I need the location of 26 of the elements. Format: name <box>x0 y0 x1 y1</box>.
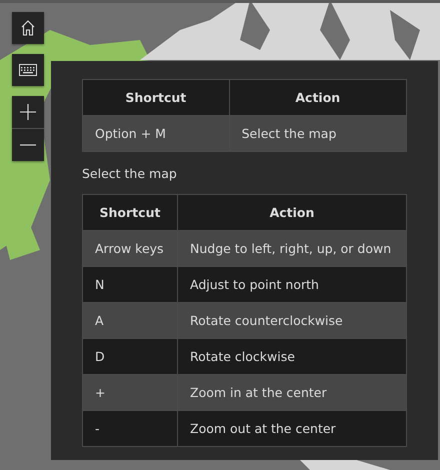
table-cell: Option + M <box>82 116 230 152</box>
table-cell: Zoom in at the center <box>178 374 406 410</box>
zoom-in-button[interactable] <box>12 96 44 128</box>
table-cell: Arrow keys <box>82 230 178 266</box>
table-cell: A <box>82 302 178 338</box>
table-cell: Rotate clockwise <box>178 338 406 374</box>
table-caption: Select the map <box>82 166 178 181</box>
table-cell: Zoom out at the center <box>178 410 406 446</box>
home-button[interactable] <box>12 12 44 44</box>
column-header: Shortcut <box>82 194 178 230</box>
column-header: Shortcut <box>82 80 230 116</box>
table-cell: D <box>82 338 178 374</box>
table-cell: N <box>82 266 178 302</box>
table-cell: + <box>82 374 178 410</box>
minus-icon <box>20 144 36 146</box>
column-header: Action <box>229 80 406 116</box>
table-cell: - <box>82 410 178 446</box>
table-cell: Adjust to point north <box>178 266 406 302</box>
table-cell: Nudge to left, right, up, or down <box>178 230 406 266</box>
plus-icon <box>20 104 36 120</box>
keyboard-icon <box>19 64 37 76</box>
home-icon <box>19 19 37 37</box>
table-cell: Select the map <box>229 116 406 152</box>
table-cell: Rotate counterclockwise <box>178 302 406 338</box>
keyboard-button[interactable] <box>12 54 44 86</box>
column-header: Action <box>178 194 406 230</box>
